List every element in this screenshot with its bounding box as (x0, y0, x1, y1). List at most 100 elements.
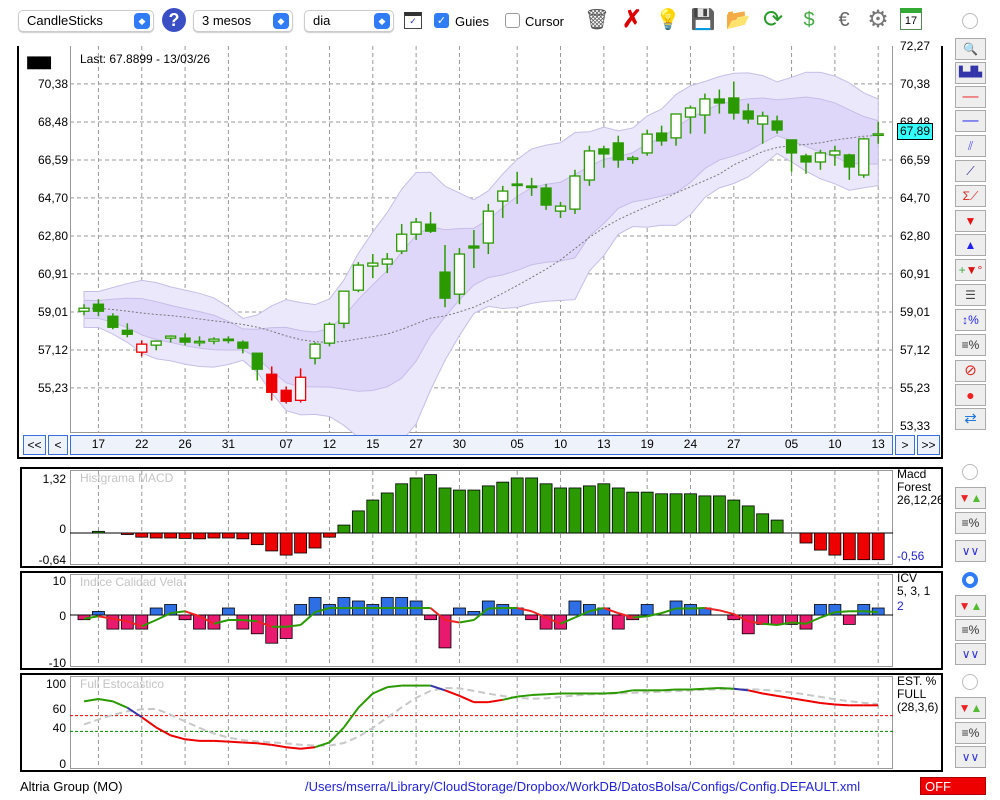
macd-bar (539, 483, 553, 534)
candle-body (424, 223, 437, 232)
y-tick: 100 (45, 677, 66, 691)
macd-bar (770, 519, 784, 534)
macd-value: -0,56 (897, 549, 925, 563)
stoch-k-line (83, 698, 99, 703)
security-name: Altria Group (MO) (20, 779, 123, 794)
signal-arrows-icon[interactable]: ▼▲ (955, 697, 986, 719)
nav-first-button[interactable]: << (23, 435, 46, 455)
date-tick: 15 (366, 437, 380, 451)
blue-hline-icon[interactable]: — (955, 110, 986, 132)
no-entry-icon[interactable]: ⊘ (955, 360, 986, 382)
macd-bar (380, 492, 394, 534)
status-off-button[interactable]: OFF (920, 777, 986, 795)
volume-chart-icon[interactable]: ▙▟▙ (955, 62, 986, 84)
oscillator-icon[interactable]: ∨∨ (955, 540, 986, 562)
oscillator-icon[interactable]: ∨∨ (955, 643, 986, 665)
macd-panel-radio[interactable] (962, 464, 978, 480)
nav-last-button[interactable]: >> (917, 435, 940, 455)
y-tick: 40 (52, 721, 66, 735)
signal-arrows-icon[interactable]: ▼▲ (955, 595, 986, 617)
icv-bar (525, 614, 539, 621)
macd-bar (640, 491, 654, 534)
stoch-k-line (531, 693, 547, 697)
icv-bar (640, 604, 654, 616)
candle-body (641, 133, 653, 154)
channel-icon[interactable]: ⫽ (955, 135, 986, 157)
date-tick: 13 (871, 437, 885, 451)
nav-prev-button[interactable]: < (48, 435, 68, 455)
date-tick: 05 (784, 437, 799, 451)
lines-percent-icon[interactable]: ≡% (955, 722, 986, 744)
macd-bar (842, 532, 856, 561)
range-percent-icon[interactable]: ↕% (955, 309, 986, 331)
icv-bar (453, 607, 466, 616)
macd-bar (178, 532, 192, 539)
price-tick: 57,12 (900, 342, 931, 357)
candle-body (107, 315, 119, 328)
stoch-params: EST. % FULL (28,3,6) (897, 674, 939, 714)
price-panel-radio[interactable] (962, 13, 978, 29)
icv-signal-line (863, 610, 879, 614)
lines-percent-icon[interactable]: ≡% (955, 512, 986, 534)
icv-bar (92, 611, 105, 616)
macd-bar (597, 483, 611, 534)
y-tick: 60 (52, 702, 66, 716)
macd-bar (236, 532, 250, 540)
sum-trendline-icon[interactable]: Σ⟋ (955, 185, 986, 207)
price-tick: 60,91 (37, 266, 68, 281)
lines-percent-icon[interactable]: ≡% (955, 619, 986, 641)
record-icon[interactable]: ● (955, 384, 986, 406)
macd-bar (351, 510, 365, 534)
stoch-k-line (286, 746, 301, 750)
dashed-lines-icon[interactable]: ☰ (955, 284, 986, 306)
zoom-icon[interactable]: 🔍 (955, 38, 986, 60)
config-path-link[interactable]: /Users/mserra/Library/CloudStorage/Dropb… (305, 779, 860, 794)
macd-title: Histgrama MACD (80, 471, 174, 485)
y-tick: 10 (52, 574, 66, 588)
icv-bar (149, 607, 163, 616)
macd-bar (395, 483, 409, 534)
sync-icon[interactable]: ⇄ (955, 408, 986, 430)
macd-bar (221, 532, 235, 539)
date-tick: 27 (409, 437, 423, 451)
candle-body (208, 338, 220, 342)
oscillator-icon[interactable]: ∨∨ (955, 746, 986, 768)
macd-bar (424, 474, 437, 534)
macd-bar (799, 532, 813, 544)
stoch-k-line (141, 716, 157, 729)
macd-bar (467, 489, 481, 534)
candle-body (554, 205, 567, 212)
y-tick: -10 (48, 656, 66, 670)
arrow-up-icon[interactable]: ▲ (955, 234, 986, 256)
icv-signal-line (791, 621, 807, 625)
macd-bar (308, 532, 322, 549)
candle-body (294, 376, 307, 401)
stoch-k-line (488, 698, 503, 704)
trendline-icon[interactable]: ⟋ (955, 160, 986, 182)
last-price-label: Last: 67.8899 - 13/03/26 (80, 52, 211, 66)
stoch-panel-radio[interactable] (962, 674, 978, 690)
icv-signal-line (459, 619, 475, 624)
nav-next-button[interactable]: > (895, 435, 915, 455)
icv-bar (814, 604, 827, 616)
candle-body (757, 115, 769, 125)
lines-percent-icon[interactable]: ≡% (955, 334, 986, 356)
icv-panel-radio[interactable] (962, 572, 978, 588)
price-tick: 66,59 (37, 152, 68, 167)
signal-arrows-icon[interactable]: ▼▲ (955, 487, 986, 509)
date-tick: 17 (91, 437, 106, 451)
stoch-k-line (357, 692, 374, 709)
add-signal-icon[interactable]: +▼° (955, 259, 986, 281)
candle-body (92, 303, 105, 312)
macd-bar (164, 532, 178, 539)
red-hline-icon[interactable]: — (955, 86, 986, 108)
candle-body (352, 264, 365, 291)
macd-bar (323, 532, 336, 538)
stoch-k-line (271, 743, 287, 749)
candle-body (323, 323, 336, 344)
icv-signal-line (834, 610, 850, 614)
y-tick: 0 (59, 757, 66, 771)
macd-bar (135, 532, 149, 538)
arrow-down-icon[interactable]: ▼ (955, 210, 986, 232)
macd-bar (712, 495, 726, 534)
